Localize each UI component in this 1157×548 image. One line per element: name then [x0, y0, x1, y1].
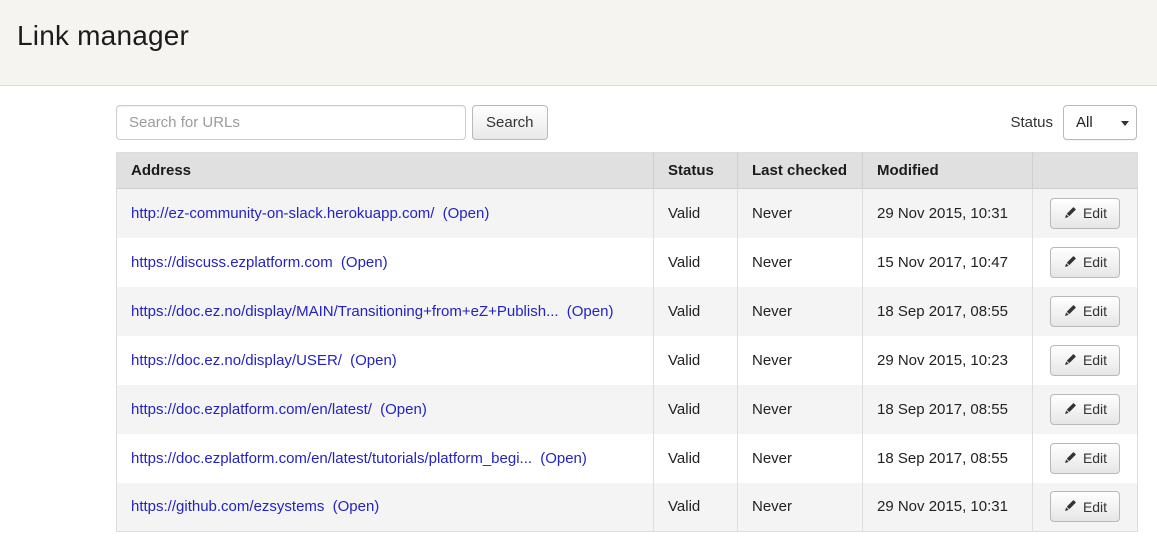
pencil-icon [1063, 403, 1076, 416]
open-link[interactable]: (Open) [540, 450, 587, 467]
page-title: Link manager [0, 0, 1157, 52]
modified-cell: 18 Sep 2017, 08:55 [863, 434, 1033, 483]
edit-button[interactable]: Edit [1050, 296, 1120, 327]
search-group: Search [116, 105, 548, 140]
page-header-band: Link manager [0, 0, 1157, 86]
url-table: Address Status Last checked Modified htt… [116, 152, 1138, 532]
address-cell: https://doc.ez.no/display/USER/ (Open) [117, 336, 654, 385]
status-cell: Valid [654, 238, 738, 287]
address-cell: https://discuss.ezplatform.com (Open) [117, 238, 654, 287]
table-row: http://ez-community-on-slack.herokuapp.c… [117, 189, 1138, 238]
address-cell: https://doc.ezplatform.com/en/latest/tut… [117, 434, 654, 483]
status-cell: Valid [654, 287, 738, 336]
edit-button-label: Edit [1083, 450, 1107, 466]
url-link[interactable]: https://doc.ez.no/display/MAIN/Transitio… [131, 303, 559, 320]
url-link[interactable]: https://doc.ezplatform.com/en/latest/tut… [131, 450, 532, 467]
edit-button[interactable]: Edit [1050, 247, 1120, 278]
edit-button[interactable]: Edit [1050, 345, 1120, 376]
status-cell: Valid [654, 385, 738, 434]
edit-cell: Edit [1033, 238, 1138, 287]
status-select[interactable]: All [1063, 105, 1137, 140]
last-checked-cell: Never [738, 483, 863, 532]
main-content: Search Status All Address Status Last ch… [116, 105, 1137, 532]
header-address: Address [117, 153, 654, 189]
edit-button-label: Edit [1083, 205, 1107, 221]
open-link[interactable]: (Open) [350, 352, 397, 369]
table-row: https://doc.ezplatform.com/en/latest/tut… [117, 434, 1138, 483]
last-checked-cell: Never [738, 238, 863, 287]
edit-button-label: Edit [1083, 401, 1107, 417]
search-button[interactable]: Search [472, 105, 548, 140]
edit-button[interactable]: Edit [1050, 198, 1120, 229]
last-checked-cell: Never [738, 336, 863, 385]
edit-cell: Edit [1033, 483, 1138, 532]
pencil-icon [1063, 305, 1076, 318]
edit-button-label: Edit [1083, 303, 1107, 319]
search-input[interactable] [116, 105, 466, 140]
edit-cell: Edit [1033, 434, 1138, 483]
open-link[interactable]: (Open) [341, 254, 388, 271]
edit-button-label: Edit [1083, 352, 1107, 368]
url-link[interactable]: http://ez-community-on-slack.herokuapp.c… [131, 205, 434, 222]
edit-button-label: Edit [1083, 254, 1107, 270]
table-row: https://github.com/ezsystems (Open) Vali… [117, 483, 1138, 532]
header-status: Status [654, 153, 738, 189]
modified-cell: 29 Nov 2015, 10:31 [863, 483, 1033, 532]
edit-cell: Edit [1033, 385, 1138, 434]
header-actions [1033, 153, 1138, 189]
url-link[interactable]: https://doc.ez.no/display/USER/ [131, 352, 342, 369]
open-link[interactable]: (Open) [567, 303, 614, 320]
last-checked-cell: Never [738, 189, 863, 238]
chevron-down-icon [1121, 121, 1129, 126]
table-row: https://doc.ezplatform.com/en/latest/ (O… [117, 385, 1138, 434]
edit-cell: Edit [1033, 336, 1138, 385]
pencil-icon [1063, 354, 1076, 367]
header-last-checked: Last checked [738, 153, 863, 189]
pencil-icon [1063, 207, 1076, 220]
status-cell: Valid [654, 434, 738, 483]
table-row: https://doc.ez.no/display/USER/ (Open) V… [117, 336, 1138, 385]
edit-button-label: Edit [1083, 499, 1107, 515]
url-link[interactable]: https://doc.ezplatform.com/en/latest/ [131, 401, 372, 418]
edit-cell: Edit [1033, 287, 1138, 336]
status-select-value: All [1076, 114, 1093, 131]
edit-cell: Edit [1033, 189, 1138, 238]
modified-cell: 15 Nov 2017, 10:47 [863, 238, 1033, 287]
last-checked-cell: Never [738, 385, 863, 434]
status-cell: Valid [654, 483, 738, 532]
toolbar: Search Status All [116, 105, 1137, 140]
table-row: https://doc.ez.no/display/MAIN/Transitio… [117, 287, 1138, 336]
url-link[interactable]: https://discuss.ezplatform.com [131, 254, 333, 271]
modified-cell: 29 Nov 2015, 10:23 [863, 336, 1033, 385]
edit-button[interactable]: Edit [1050, 443, 1120, 474]
open-link[interactable]: (Open) [443, 205, 490, 222]
open-link[interactable]: (Open) [333, 498, 380, 515]
pencil-icon [1063, 256, 1076, 269]
pencil-icon [1063, 500, 1076, 513]
address-cell: http://ez-community-on-slack.herokuapp.c… [117, 189, 654, 238]
status-cell: Valid [654, 189, 738, 238]
modified-cell: 18 Sep 2017, 08:55 [863, 385, 1033, 434]
last-checked-cell: Never [738, 287, 863, 336]
edit-button[interactable]: Edit [1050, 491, 1120, 522]
status-cell: Valid [654, 336, 738, 385]
open-link[interactable]: (Open) [380, 401, 427, 418]
modified-cell: 29 Nov 2015, 10:31 [863, 189, 1033, 238]
address-cell: https://doc.ez.no/display/MAIN/Transitio… [117, 287, 654, 336]
address-cell: https://github.com/ezsystems (Open) [117, 483, 654, 532]
url-table-body: http://ez-community-on-slack.herokuapp.c… [117, 189, 1138, 532]
address-cell: https://doc.ezplatform.com/en/latest/ (O… [117, 385, 654, 434]
url-link[interactable]: https://github.com/ezsystems [131, 498, 324, 515]
status-filter-group: Status All [1010, 105, 1137, 140]
header-modified: Modified [863, 153, 1033, 189]
edit-button[interactable]: Edit [1050, 394, 1120, 425]
table-header-row: Address Status Last checked Modified [117, 153, 1138, 189]
status-filter-label: Status [1010, 114, 1053, 131]
table-row: https://discuss.ezplatform.com (Open) Va… [117, 238, 1138, 287]
pencil-icon [1063, 452, 1076, 465]
modified-cell: 18 Sep 2017, 08:55 [863, 287, 1033, 336]
last-checked-cell: Never [738, 434, 863, 483]
